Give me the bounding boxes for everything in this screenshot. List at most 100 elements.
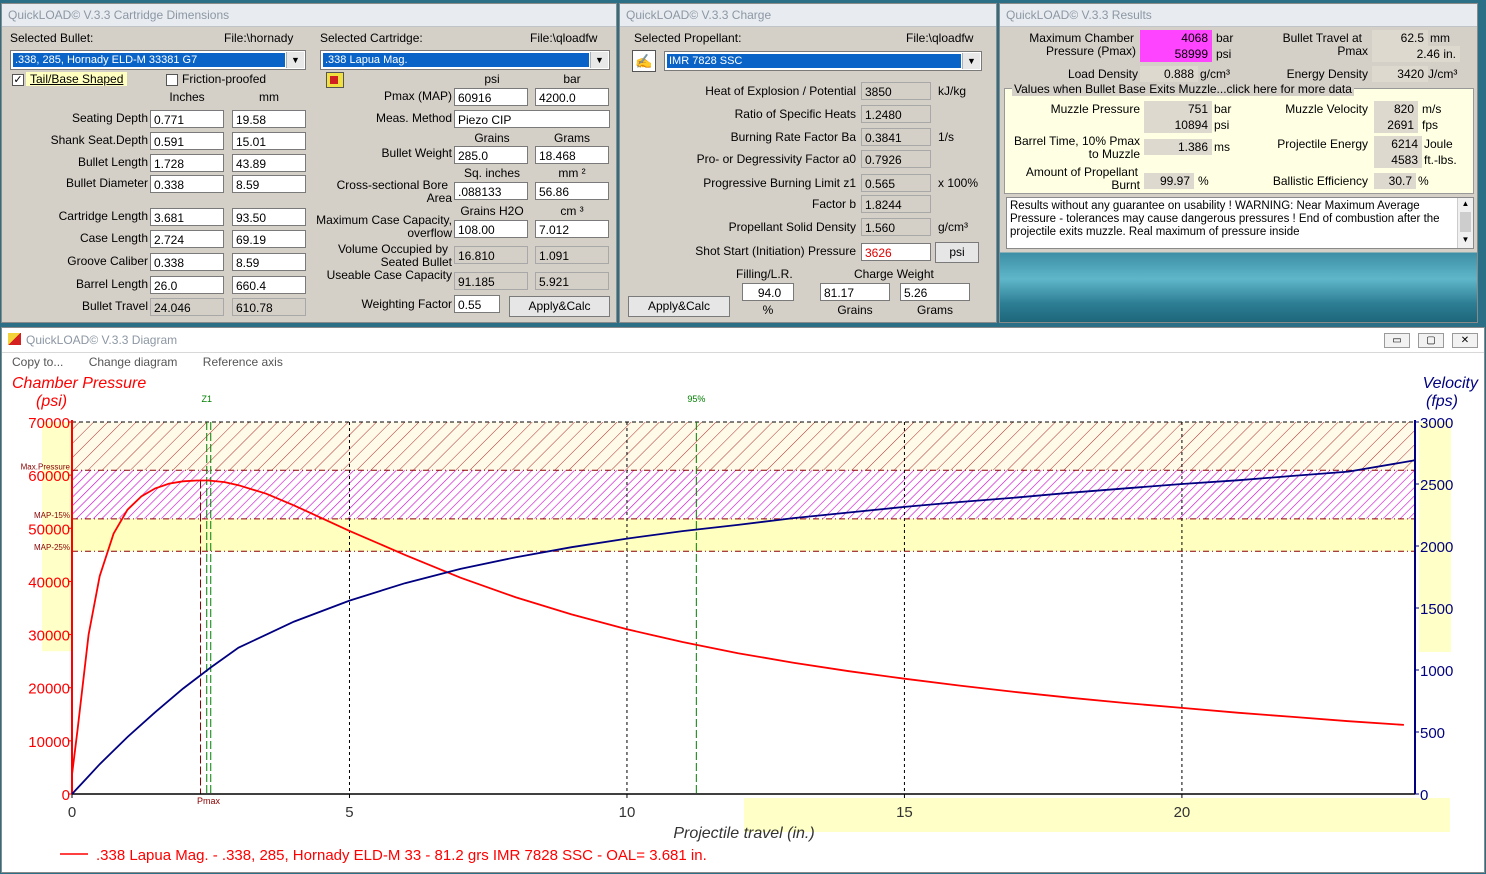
right-tick-label-2: 1000 [1420,663,1453,680]
results-window: QuickLOAD© V.3.3 Results Maximum Chamber… [999,3,1478,323]
case-length-inches-field[interactable]: 2.724 [150,230,224,248]
progressive-burning-limit-z1-label: Progressive Burning Limit z1 [703,176,856,190]
tail-base-checkbox[interactable]: ✓ [12,74,24,86]
diagram-titlebar[interactable]: QuickLOAD© V.3.3 Diagram ▭ ▢ ✕ [2,328,1484,353]
max-case-capacity-cm3-field[interactable]: 7.012 [535,220,609,238]
propellant-select[interactable]: IMR 7828 SSC ▼ [664,51,982,71]
cartridge-file-label: File:\qloadfw [530,31,598,45]
cartridge-select[interactable]: .338 Lapua Mag. ▼ [320,50,610,70]
shank-seat-depth-mm-field[interactable]: 15.01 [232,132,306,150]
cartridge-dimensions-titlebar[interactable]: QuickLOAD© V.3.3 Cartridge Dimensions [2,4,616,27]
propellant-solid-density-field[interactable]: 1.560 [861,218,931,236]
results-titlebar[interactable]: QuickLOAD© V.3.3 Results [1000,4,1477,27]
case-length-mm-field[interactable]: 69.19 [232,230,306,248]
maximize-icon[interactable]: ▢ [1418,333,1444,348]
filling-label: Filling/L.R. [736,267,793,281]
bullet-weight-grains-field[interactable]: 285.0 [454,146,528,164]
heat-of-explosion-potential-field[interactable]: 3850 [861,82,931,100]
diagram-title: QuickLOAD© V.3.3 Diagram [26,333,178,347]
ballistic-efficiency-label: Ballistic Efficiency [1272,174,1368,188]
right-axis-title: Velocity [1423,375,1479,392]
barrel-length-mm-field[interactable]: 660.4 [232,276,306,294]
warning-scrollbar[interactable]: ▲ ▼ [1457,198,1473,248]
friction-proofed-checkbox[interactable] [166,74,178,86]
bullet-length-inches-field[interactable]: 1.728 [150,154,224,172]
menu-change-diagram[interactable]: Change diagram [89,355,178,369]
load-density-unit: g/cm³ [1200,67,1230,81]
charge-weight-grains-field[interactable]: 81.17 [820,283,890,301]
cartridge-length-inches-field[interactable]: 3.681 [150,208,224,226]
left-tick-label-7: 70000 [28,415,70,432]
burnt-95-label: 95% [687,394,705,404]
cartridge-select-value: .338 Lapua Mag. [323,53,589,67]
chevron-down-icon[interactable]: ▼ [590,52,608,68]
pmax-bar-field[interactable]: 4200.0 [535,88,609,106]
burning-rate-factor-ba-field[interactable]: 0.3841 [861,128,931,146]
chevron-down-icon[interactable]: ▼ [962,53,980,69]
dims-apply-calc-button[interactable]: Apply&Calc [509,296,610,317]
menu-copy-to[interactable]: Copy to... [12,355,63,369]
bullet-length-mm-field[interactable]: 43.89 [232,154,306,172]
friction-proofed-label[interactable]: Friction-proofed [182,72,266,86]
energy-density-unit: J/cm³ [1428,67,1458,81]
cartridge-edit-icon[interactable] [326,72,344,88]
bullet-file-label: File:\hornady [224,31,294,45]
weighting-factor-field[interactable]: 0.55 [454,295,500,313]
groove-caliber-mm-field[interactable]: 8.59 [232,253,306,271]
bore-area-mm-field[interactable]: 56.86 [535,182,609,200]
close-icon[interactable]: ✕ [1452,333,1478,348]
bore-area-inches-field[interactable]: .088133 [454,182,528,200]
pro-or-degressivity-factor-a0-field[interactable]: 0.7926 [861,150,931,168]
menu-reference-axis[interactable]: Reference axis [203,355,283,369]
shot-start-field[interactable]: 3626 [861,243,931,261]
charge-weight-grams-field[interactable]: 5.26 [900,283,970,301]
over-max-pressure-zone [72,422,1415,471]
left-tick-label-4: 40000 [28,574,70,591]
muzzle-values-box-title[interactable]: Values when Bullet Base Exits Muzzle...c… [1012,82,1354,96]
burning-rate-factor-ba-label: Burning Rate Factor Ba [730,130,856,144]
factor-b-field[interactable]: 1.8244 [861,195,931,213]
ballistic-efficiency-value: 30.7 [1374,173,1416,189]
propellant-edit-icon[interactable]: ✍ [632,50,656,72]
bullet-diameter-mm-field[interactable]: 8.59 [232,175,306,193]
barrel-time-value: 1.386 [1144,139,1212,155]
charge-titlebar[interactable]: QuickLOAD© V.3.3 Charge [620,4,996,27]
grains-unit-label: Grains [837,303,873,317]
charge-apply-calc-button[interactable]: Apply&Calc [628,296,730,317]
shot-start-label: Shot Start (Initiation) Pressure [695,244,856,258]
tail-base-label[interactable]: Tail/Base Shaped [26,72,128,86]
max-pressure-psi-value: 58999 [1140,46,1212,62]
energy-density-label: Energy Density [1286,67,1368,81]
max-chamber-pressure-label: Maximum Chamber [1029,31,1134,45]
bullet-select[interactable]: .338, 285, Hornady ELD-M 33381 G7 ▼ [10,50,306,70]
bullet-weight-grams-field[interactable]: 18.468 [535,146,609,164]
bullet-diameter-inches-field[interactable]: 0.338 [150,175,224,193]
cm3-column-header: cm ³ [560,204,584,218]
ratio-of-specific-heats-field[interactable]: 1.2480 [861,105,931,123]
max-case-capacity-grains-field[interactable]: 108.00 [454,220,528,238]
charge-weight-label: Charge Weight [854,267,934,281]
projectile-energy-joule-value: 6214 [1374,136,1422,152]
cartridge-length-mm-field[interactable]: 93.50 [232,208,306,226]
grains-column-header: Grains [474,131,510,145]
case-length-label: Case Length [79,231,148,245]
seating-depth-mm-field[interactable]: 19.58 [232,110,306,128]
shank-seat-depth-inches-field[interactable]: 0.591 [150,132,224,150]
barrel-length-inches-field[interactable]: 26.0 [150,276,224,294]
minimize-icon[interactable]: ▭ [1384,333,1410,348]
muzzle-velocity-fps-value: 2691 [1374,117,1418,133]
heat-of-explosion-potential-label: Heat of Explosion / Potential [705,84,856,98]
chevron-down-icon[interactable]: ▼ [286,52,304,68]
muzzle-pressure-psi-value: 10894 [1144,117,1212,133]
groove-caliber-inches-field[interactable]: 0.338 [150,253,224,271]
shot-start-unit-button[interactable]: psi [935,242,979,263]
filling-field[interactable]: 94.0 [742,283,794,301]
ms-time-unit: ms [1214,140,1230,154]
warning-text[interactable]: Results without any guarantee on usabili… [1006,197,1474,249]
meas-method-field[interactable]: Piezo CIP [454,110,610,128]
amount-burnt-value: 99.97 [1144,173,1194,189]
seating-depth-inches-field[interactable]: 0.771 [150,110,224,128]
pmax-psi-field[interactable]: 60916 [454,88,528,106]
progressive-burning-limit-z1-field[interactable]: 0.565 [861,174,931,192]
right-tick-label-3: 1500 [1420,601,1453,618]
